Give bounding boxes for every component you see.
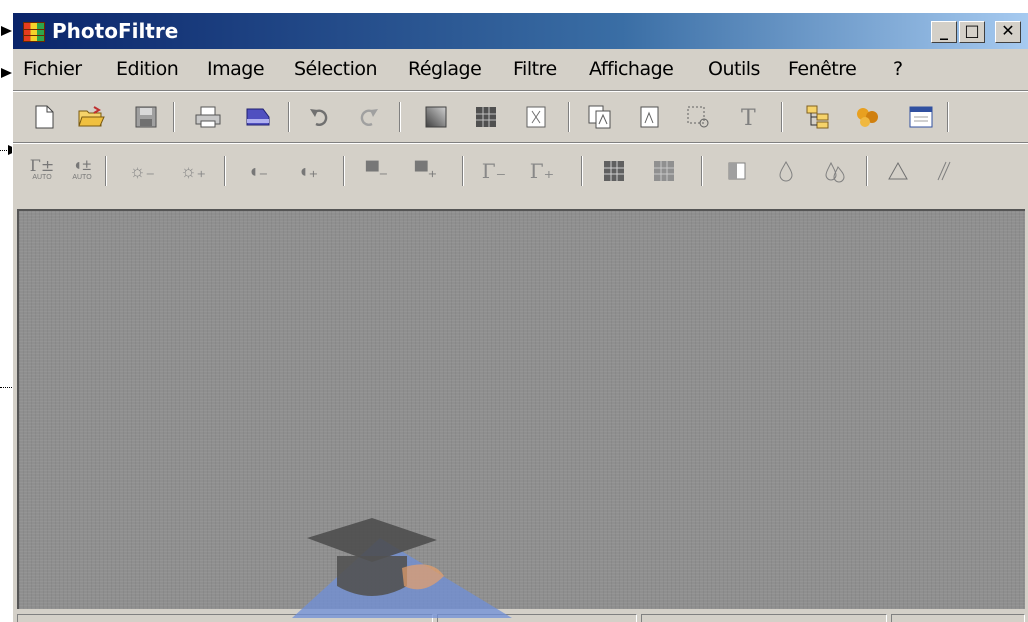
gamma-minus-icon[interactable]: Γ₋ [479, 156, 509, 186]
puzzle-icon[interactable] [853, 102, 883, 132]
auto-label: AUTO [72, 173, 92, 181]
auto-label: AUTO [32, 173, 52, 181]
main-toolbar: T [13, 97, 1028, 137]
smudge-icon[interactable] [931, 156, 961, 186]
maximize-button[interactable]: □ [959, 21, 985, 43]
brightness-minus-icon[interactable]: ☼₋ [127, 156, 157, 186]
brightness-plus-icon[interactable]: ☼₊ [178, 156, 208, 186]
menu-reglage[interactable]: Réglage [408, 58, 482, 80]
status-panel-1 [17, 614, 433, 622]
saturation-minus-icon[interactable]: ▀₋ [362, 156, 392, 186]
title-bar[interactable]: PhotoFiltre _ □ ✕ [13, 13, 1028, 49]
menu-affichage[interactable]: Affichage [589, 58, 674, 80]
toolbar-separator [399, 102, 401, 132]
transparency-icon[interactable] [521, 102, 551, 132]
text-icon[interactable]: T [734, 102, 764, 132]
selection-icon[interactable] [683, 102, 713, 132]
undo-icon[interactable] [304, 102, 334, 132]
annotation-arrow-toolbar [0, 145, 19, 155]
adjust-toolbar: Γ± AUTO ◖± AUTO ☼₋ ☼₊ ◖₋ ◖₊ ▀₋ ▀₊ Γ₋ Γ₊ [13, 146, 1028, 200]
menu-selection[interactable]: Sélection [294, 58, 378, 80]
toolbar-separator [173, 102, 175, 132]
menu-separator [13, 90, 1028, 92]
menu-outils[interactable]: Outils [708, 58, 760, 80]
menu-image[interactable]: Image [207, 58, 265, 80]
drops-icon[interactable] [820, 156, 850, 186]
close-button[interactable]: ✕ [995, 21, 1021, 43]
toolbar-separator [462, 156, 464, 186]
grid-icon[interactable] [471, 102, 501, 132]
toolbar-separator [866, 156, 868, 186]
status-panel-4 [891, 614, 1025, 622]
menu-fenetre[interactable]: Fenêtre [788, 58, 857, 80]
menu-fichier[interactable]: Fichier [23, 58, 82, 80]
save-icon[interactable] [131, 102, 161, 132]
app-window: PhotoFiltre _ □ ✕ Fichier Edition Image … [12, 12, 1028, 622]
minimize-button[interactable]: _ [931, 21, 957, 43]
menu-filtre[interactable]: Filtre [513, 58, 557, 80]
grid-light-icon[interactable] [649, 156, 679, 186]
print-icon[interactable] [193, 102, 223, 132]
new-document-icon[interactable] [29, 102, 59, 132]
toolbar-separator [288, 102, 290, 132]
drop-icon[interactable] [771, 156, 801, 186]
gamma-glyph: Γ± [29, 155, 55, 175]
dodge-icon[interactable] [722, 156, 752, 186]
toolbar-separator-line [13, 142, 1028, 144]
contrast-plus-icon[interactable]: ◖₊ [293, 156, 323, 186]
toolbar-separator [581, 156, 583, 186]
open-folder-icon[interactable] [76, 102, 106, 132]
contrast-glyph: ◖± [72, 156, 92, 174]
gradient-fill-icon[interactable] [421, 102, 451, 132]
svg-text:T: T [741, 106, 756, 129]
menu-help[interactable]: ? [893, 58, 903, 80]
toolbar-separator [105, 156, 107, 186]
toolbar-separator [224, 156, 226, 186]
toolbar-separator [568, 102, 570, 132]
menu-edition[interactable]: Edition [116, 58, 179, 80]
workspace-area[interactable] [17, 209, 1025, 609]
menu-bar: Fichier Edition Image Sélection Réglage … [13, 58, 1028, 86]
paste-image-icon[interactable] [635, 102, 665, 132]
toolbar-separator [701, 156, 703, 186]
window-title: PhotoFiltre [52, 19, 179, 43]
triangle-icon[interactable] [883, 156, 913, 186]
toolbar-separator [947, 102, 949, 132]
saturation-plus-icon[interactable]: ▀₊ [411, 156, 441, 186]
status-bar [17, 614, 1025, 622]
scanner-icon[interactable] [242, 102, 272, 132]
window-icon[interactable] [906, 102, 936, 132]
status-panel-2 [437, 614, 637, 622]
gamma-plus-icon[interactable]: Γ₊ [527, 156, 557, 186]
contrast-minus-icon[interactable]: ◖₋ [243, 156, 273, 186]
toolbar-separator [343, 156, 345, 186]
status-panel-3 [641, 614, 887, 622]
auto-levels-icon[interactable]: Γ± AUTO [27, 154, 57, 184]
photofiltre-logo-icon [23, 22, 45, 42]
copy-image-icon[interactable] [585, 102, 615, 132]
explorer-icon[interactable] [803, 102, 833, 132]
toolbar-separator [781, 102, 783, 132]
grid-dark-icon[interactable] [599, 156, 629, 186]
auto-contrast-icon[interactable]: ◖± AUTO [67, 154, 97, 184]
redo-icon[interactable] [354, 102, 384, 132]
